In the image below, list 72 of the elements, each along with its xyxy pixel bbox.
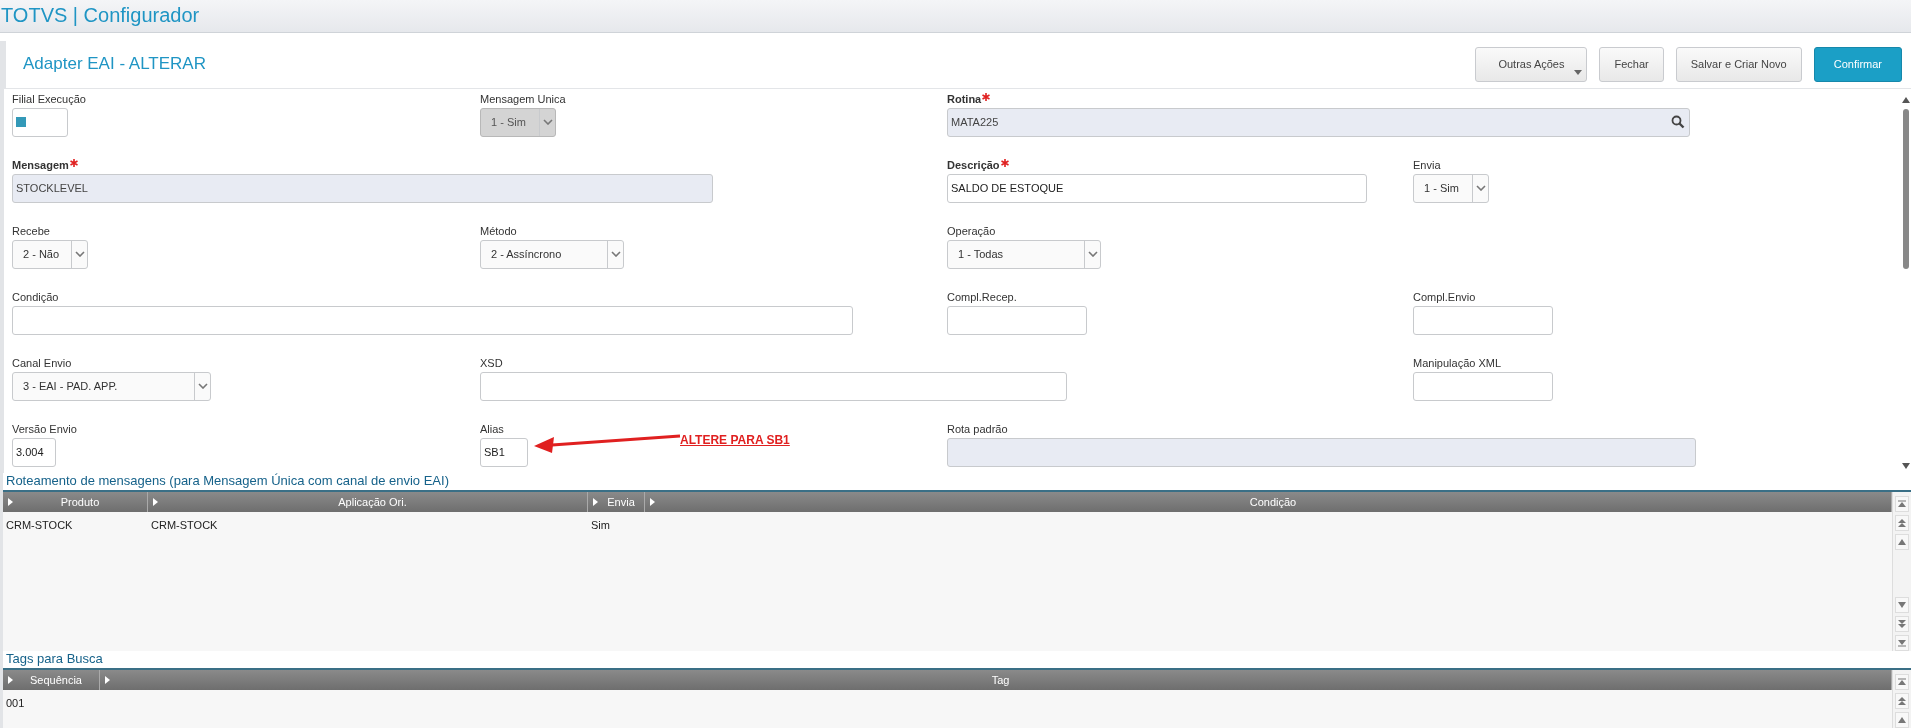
field-label: Alias bbox=[480, 422, 504, 435]
column-header[interactable]: Sequência bbox=[3, 670, 100, 690]
color-field[interactable] bbox=[12, 107, 68, 137]
select-field[interactable]: 2 - Assíncrono bbox=[480, 239, 624, 269]
field-label: Compl.Recep. bbox=[947, 290, 1017, 303]
annotation-text: ALTERE PARA SB1 bbox=[680, 432, 790, 447]
input-field[interactable] bbox=[12, 305, 853, 335]
input-field[interactable]: 3.004 bbox=[12, 437, 56, 467]
table-cell: CRM-STOCK bbox=[151, 519, 218, 532]
scroll-top-icon[interactable] bbox=[1895, 674, 1909, 690]
table-cell: 001 bbox=[6, 697, 25, 709]
page-up-icon[interactable] bbox=[1895, 515, 1909, 532]
scroll-down-icon[interactable] bbox=[1901, 463, 1910, 470]
scroll-up-icon[interactable] bbox=[1895, 712, 1909, 728]
select-field[interactable]: 1 - Sim bbox=[1413, 173, 1489, 203]
field-label: Rota padrão bbox=[947, 422, 1008, 435]
chevron-down-icon[interactable] bbox=[1475, 185, 1486, 192]
action-button[interactable]: Outras Ações bbox=[1475, 46, 1588, 82]
select-field[interactable]: 2 - Não bbox=[12, 239, 88, 269]
chevron-down-icon[interactable] bbox=[1087, 251, 1098, 258]
column-header[interactable]: Envia bbox=[588, 492, 645, 513]
caret-icon bbox=[8, 498, 13, 507]
field-label: Manipulação XML bbox=[1413, 356, 1502, 369]
caret-icon bbox=[8, 676, 13, 684]
caret-icon bbox=[650, 498, 655, 507]
table-cell: Sim bbox=[591, 519, 610, 532]
action-button[interactable]: Salvar e Criar Novo bbox=[1675, 46, 1802, 82]
action-button[interactable]: Fechar bbox=[1599, 46, 1664, 82]
column-header[interactable]: Aplicação Ori. bbox=[148, 492, 588, 513]
field-label: Canal Envio bbox=[12, 356, 72, 369]
caret-icon bbox=[593, 498, 598, 507]
input-field[interactable] bbox=[947, 305, 1087, 335]
field-label: Mensagem bbox=[12, 158, 69, 171]
input-field[interactable] bbox=[480, 371, 1067, 401]
field-label: Compl.Envio bbox=[1413, 290, 1476, 303]
field-label: Condição bbox=[12, 290, 59, 303]
column-header[interactable]: Produto bbox=[3, 492, 148, 513]
field-label: Recebe bbox=[12, 224, 50, 237]
page-up-icon[interactable] bbox=[1895, 693, 1909, 709]
field-label: Rotina bbox=[947, 92, 982, 105]
field-label: Filial Execução bbox=[12, 92, 86, 105]
select-field[interactable]: 1 - Todas bbox=[947, 239, 1101, 269]
input-field[interactable] bbox=[1413, 305, 1553, 335]
scroll-down-icon[interactable] bbox=[1895, 597, 1909, 613]
scroll-bottom-icon[interactable] bbox=[1895, 635, 1909, 651]
app-title: TOTVS | Configurador bbox=[1, 4, 200, 28]
caret-icon bbox=[105, 676, 110, 684]
input-field[interactable] bbox=[1413, 371, 1553, 401]
asterisk-icon bbox=[69, 158, 78, 167]
field-label: Descrição bbox=[947, 158, 1000, 171]
table-cell: CRM-STOCK bbox=[6, 519, 73, 532]
scroll-up-icon[interactable] bbox=[1895, 534, 1909, 551]
asterisk-icon bbox=[982, 92, 991, 101]
caret-icon bbox=[153, 498, 158, 507]
field-label: Mensagem Unica bbox=[480, 92, 566, 105]
page-down-icon[interactable] bbox=[1895, 616, 1909, 632]
input-field[interactable]: SALDO DE ESTOQUE bbox=[947, 173, 1367, 203]
field-label: Operação bbox=[947, 224, 996, 237]
scroll-up-icon[interactable] bbox=[1901, 96, 1910, 103]
asterisk-icon bbox=[1000, 158, 1009, 167]
chevron-down-icon[interactable] bbox=[74, 251, 85, 258]
field-label: XSD bbox=[480, 356, 503, 369]
caret-icon bbox=[1574, 69, 1583, 75]
chevron-down-icon[interactable] bbox=[610, 251, 621, 258]
input-field[interactable]: SB1 bbox=[480, 437, 528, 467]
chevron-down-icon[interactable] bbox=[197, 383, 208, 390]
field-label: Método bbox=[480, 224, 517, 237]
field-label: Envia bbox=[1413, 158, 1441, 171]
page-title: Adapter EAI - ALTERAR bbox=[23, 54, 206, 75]
scroll-top-icon[interactable] bbox=[1895, 496, 1909, 513]
select-field[interactable]: 3 - EAI - PAD. APP. bbox=[12, 371, 211, 401]
field-label: Versão Envio bbox=[12, 422, 77, 435]
